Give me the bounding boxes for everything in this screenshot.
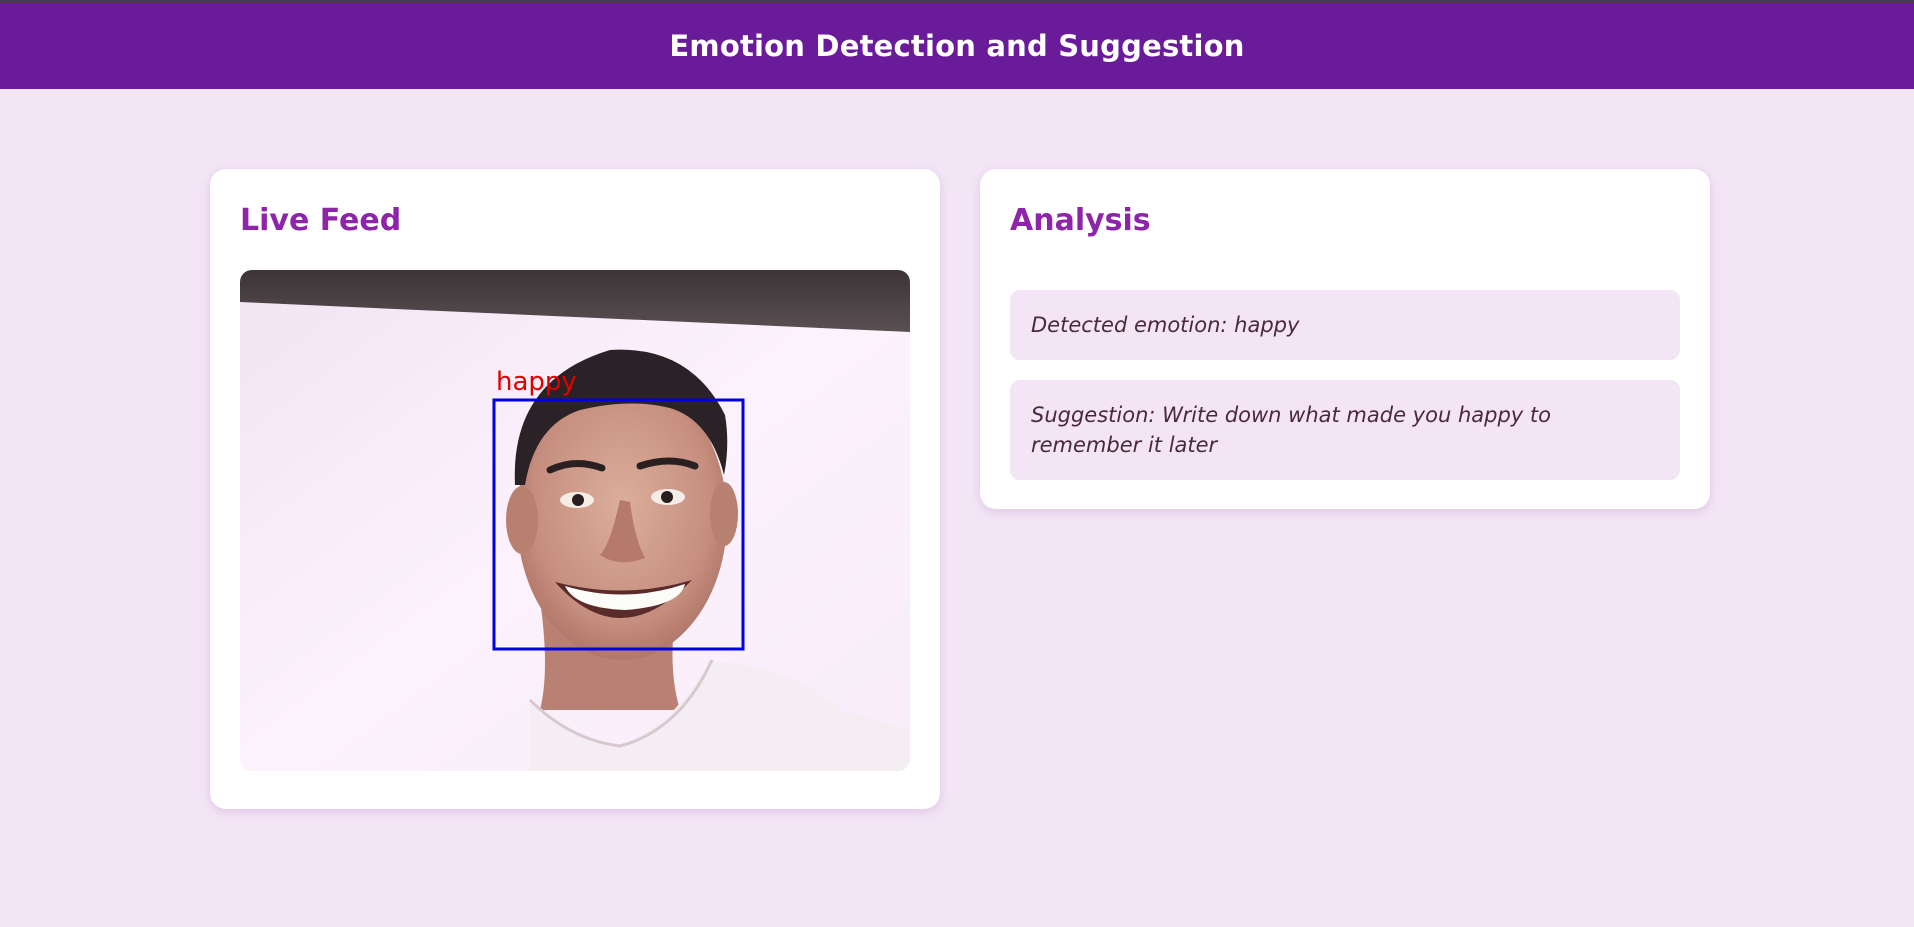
webcam-feed: happy — [240, 270, 910, 771]
detected-emotion-box: Detected emotion: happy — [1010, 290, 1680, 360]
analysis-card: Analysis Detected emotion: happy Suggest… — [980, 169, 1710, 509]
webcam-frame-image: happy — [240, 270, 910, 771]
page-title: Emotion Detection and Suggestion — [669, 29, 1245, 63]
face-emotion-label: happy — [496, 367, 577, 397]
live-feed-card: Live Feed happy — [210, 169, 940, 809]
app-header: Emotion Detection and Suggestion — [0, 3, 1914, 89]
suggestion-text: Suggestion: Write down what made you hap… — [1031, 403, 1551, 457]
suggestion-box: Suggestion: Write down what made you hap… — [1010, 380, 1680, 480]
live-feed-title: Live Feed — [240, 203, 402, 238]
analysis-title: Analysis — [1010, 203, 1151, 238]
detected-emotion-text: Detected emotion: happy — [1031, 313, 1300, 337]
